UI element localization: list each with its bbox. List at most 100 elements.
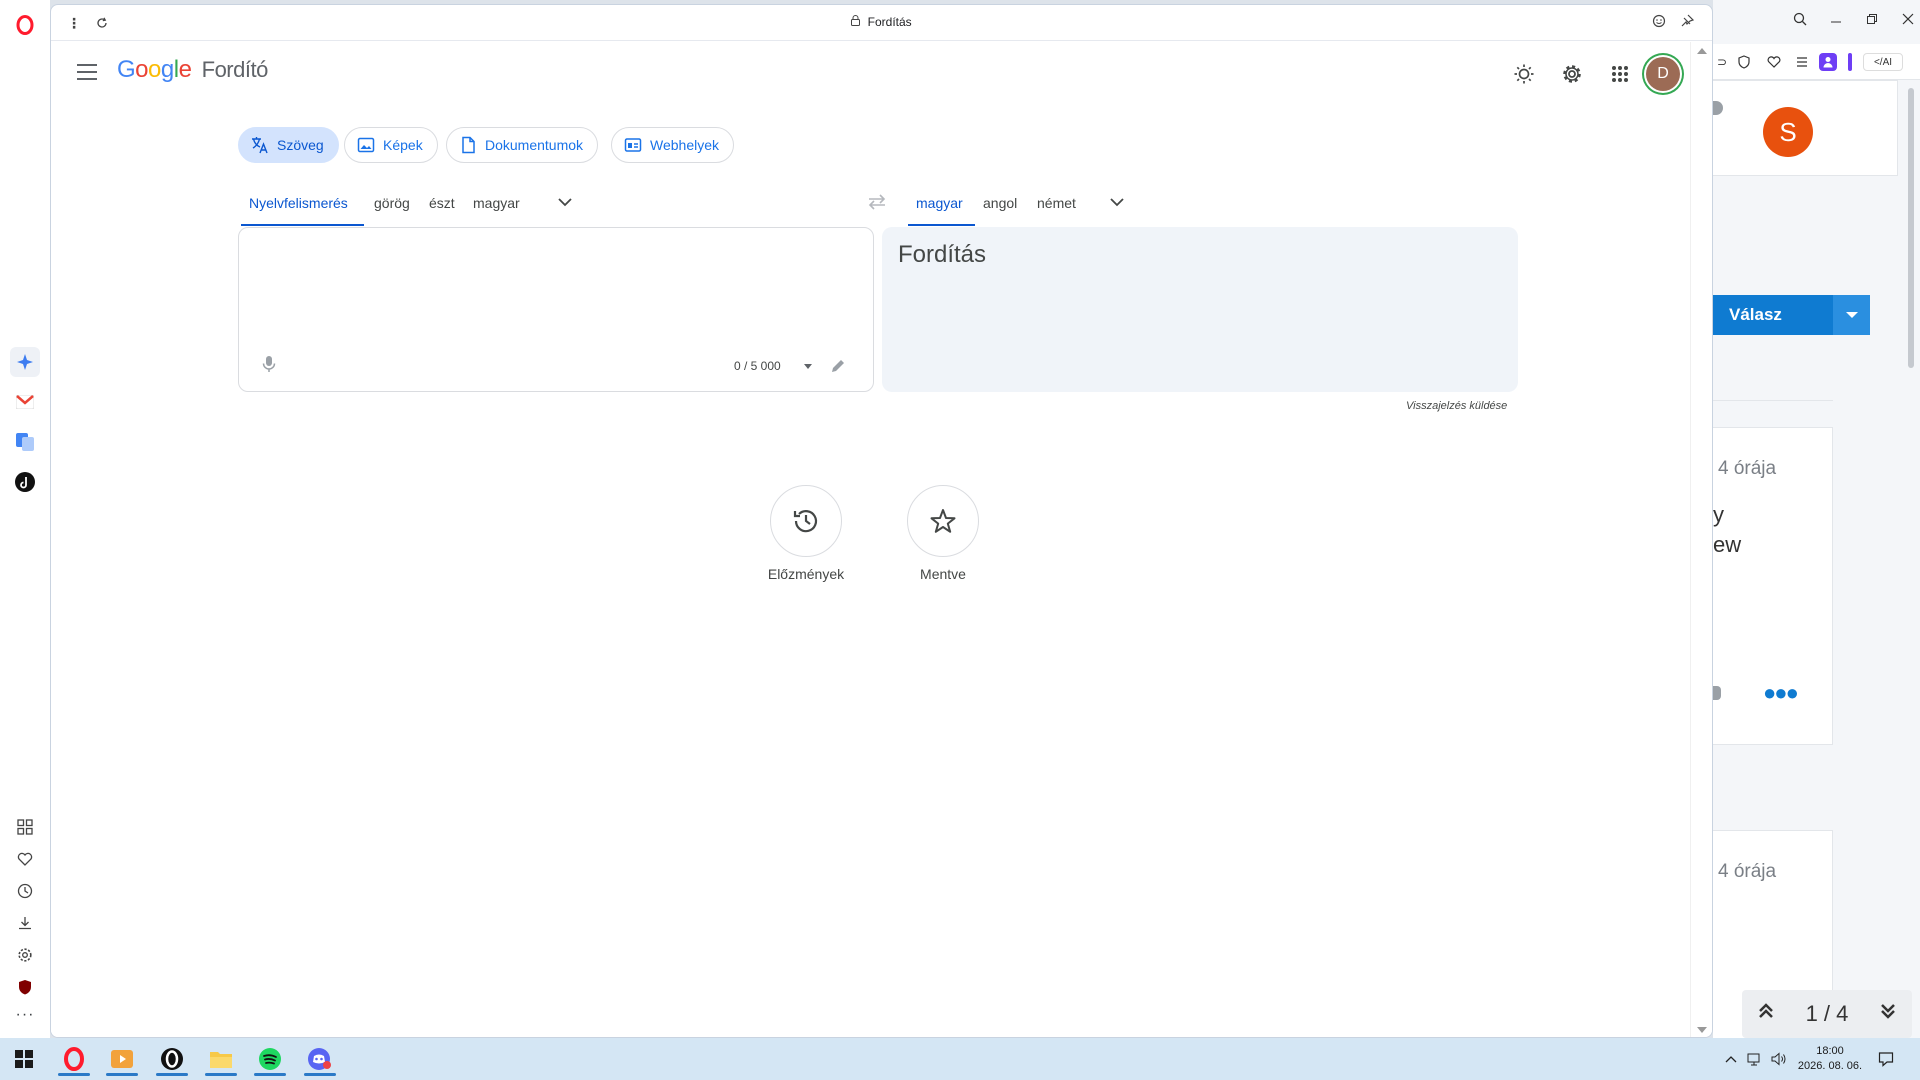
user-avatar[interactable]: S bbox=[1763, 107, 1813, 157]
tab-images[interactable]: Képek bbox=[344, 127, 438, 163]
image-icon bbox=[357, 137, 375, 153]
gt-header: Google Fordító D bbox=[51, 42, 1691, 106]
translation-output: Fordítás bbox=[882, 227, 1518, 392]
character-count: 0 / 5 000 bbox=[734, 359, 781, 373]
source-lang-detect[interactable]: Nyelvfelismerés bbox=[249, 195, 348, 211]
star-icon bbox=[930, 509, 956, 533]
opera-gx-icon[interactable] bbox=[152, 1042, 192, 1076]
settings-gear-icon[interactable] bbox=[1560, 62, 1584, 86]
target-lang-more-chevron-down-icon[interactable] bbox=[1105, 190, 1129, 214]
opera-sidebar: ··· bbox=[0, 0, 50, 1038]
message-time: 4 órája bbox=[1718, 458, 1777, 479]
tab-documents[interactable]: Dokumentumok bbox=[446, 127, 599, 163]
right-side-panel: ⊃ </AI S Válasz 4 órája y ew ●●● 4 órája bbox=[1713, 0, 1920, 1050]
close-icon[interactable] bbox=[1899, 10, 1917, 28]
more-options-icon[interactable]: ●●● bbox=[1763, 680, 1799, 706]
search-icon[interactable] bbox=[1791, 10, 1809, 28]
notifications-icon[interactable] bbox=[1877, 1050, 1895, 1068]
message-snippet: y bbox=[1713, 502, 1724, 527]
handwriting-pencil-icon[interactable] bbox=[829, 357, 847, 375]
main-menu-icon[interactable] bbox=[77, 64, 97, 80]
count-dropdown-icon[interactable] bbox=[804, 364, 812, 369]
reply-button[interactable]: Válasz bbox=[1713, 295, 1833, 335]
ublock-shield-icon[interactable] bbox=[14, 976, 36, 998]
workspaces-icon[interactable] bbox=[14, 816, 36, 838]
saved-button[interactable] bbox=[907, 485, 979, 557]
source-lang-option[interactable]: görög bbox=[374, 195, 410, 211]
tab-text[interactable]: Szöveg bbox=[238, 127, 339, 163]
logo-letter: o bbox=[148, 56, 161, 83]
document-icon bbox=[462, 136, 475, 154]
google-translate-sidebar-icon[interactable] bbox=[10, 427, 40, 457]
profile-extension-icon[interactable] bbox=[1819, 53, 1837, 71]
snapshot-icon[interactable] bbox=[1652, 14, 1670, 32]
translate-icon bbox=[252, 137, 268, 154]
partial-icon bbox=[1713, 101, 1723, 115]
settings-gear-icon[interactable] bbox=[14, 944, 36, 966]
extension-icon[interactable]: ⊃ bbox=[1713, 53, 1731, 71]
target-lang-option[interactable]: német bbox=[1037, 195, 1076, 211]
swap-languages-icon[interactable] bbox=[865, 190, 889, 214]
bookmarks-heart-icon[interactable] bbox=[14, 848, 36, 870]
target-lang-selected[interactable]: magyar bbox=[916, 195, 963, 211]
pager-down-icon[interactable] bbox=[1879, 1001, 1897, 1027]
media-player-icon[interactable] bbox=[102, 1042, 142, 1076]
heart-icon[interactable] bbox=[1765, 53, 1783, 71]
pin-icon[interactable] bbox=[1680, 14, 1698, 32]
target-lang-option[interactable]: angol bbox=[983, 195, 1017, 211]
theme-sun-icon[interactable] bbox=[1512, 62, 1536, 86]
discord-icon[interactable] bbox=[300, 1042, 340, 1076]
send-feedback-link[interactable]: Visszajelzés küldése bbox=[1406, 400, 1507, 412]
file-explorer-icon[interactable] bbox=[201, 1042, 241, 1076]
windows-start-icon[interactable] bbox=[4, 1042, 44, 1076]
tray-chevron-up-icon[interactable] bbox=[1722, 1050, 1740, 1068]
more-options-icon[interactable]: ··· bbox=[14, 1004, 36, 1026]
shield-icon[interactable] bbox=[1735, 53, 1753, 71]
opera-logo-icon[interactable] bbox=[10, 10, 40, 40]
pager-up-icon[interactable] bbox=[1757, 1001, 1775, 1027]
gmail-icon[interactable] bbox=[10, 387, 40, 417]
tab-websites[interactable]: Webhelyek bbox=[611, 127, 735, 163]
partial-icon bbox=[1713, 686, 1721, 700]
address-bar: ⋮ Fordítás bbox=[51, 5, 1712, 41]
pager-text: 1 / 4 bbox=[1805, 1001, 1849, 1026]
tiktok-icon[interactable] bbox=[10, 467, 40, 497]
aria-ai-icon[interactable] bbox=[10, 347, 40, 377]
volume-icon[interactable] bbox=[1770, 1050, 1788, 1068]
downloads-icon[interactable] bbox=[14, 912, 36, 934]
restore-icon[interactable] bbox=[1863, 10, 1881, 28]
source-lang-option[interactable]: észt bbox=[429, 195, 455, 211]
source-text-input[interactable]: 0 / 5 000 bbox=[238, 227, 874, 392]
product-name: Fordító bbox=[201, 57, 269, 82]
logo-letter: g bbox=[160, 56, 174, 83]
google-translate-logo[interactable]: Google Fordító bbox=[117, 56, 268, 84]
microphone-icon[interactable] bbox=[259, 354, 279, 374]
page-title-bar[interactable]: Fordítás bbox=[51, 15, 1712, 29]
message-time: 4 órája bbox=[1718, 861, 1777, 882]
tab-websites-label: Webhelyek bbox=[650, 137, 720, 153]
minimize-icon[interactable] bbox=[1827, 10, 1845, 28]
window-controls bbox=[1713, 0, 1920, 44]
list-icon[interactable] bbox=[1793, 53, 1811, 71]
clock-time: 18:00 bbox=[1816, 1045, 1844, 1057]
logo-letter: G bbox=[117, 56, 136, 83]
source-lang-more-chevron-down-icon[interactable] bbox=[553, 190, 577, 214]
network-icon[interactable] bbox=[1746, 1050, 1764, 1068]
ai-icon[interactable]: </AI bbox=[1863, 53, 1903, 71]
history-clock-icon[interactable] bbox=[14, 880, 36, 902]
clock[interactable]: 18:00 2026. 08. 06. bbox=[1790, 1044, 1870, 1074]
tab-text-label: Szöveg bbox=[277, 137, 324, 153]
extensions-bar: ⊃ </AI bbox=[1713, 44, 1920, 80]
account-avatar[interactable]: D bbox=[1646, 57, 1680, 91]
page-scrollbar[interactable] bbox=[1690, 42, 1712, 1037]
opera-taskbar-icon[interactable] bbox=[54, 1042, 94, 1076]
logo-letter: e bbox=[178, 56, 192, 83]
apps-grid-icon[interactable] bbox=[1608, 62, 1632, 86]
panel-scrollbar[interactable] bbox=[1908, 88, 1914, 368]
spotify-icon[interactable] bbox=[250, 1042, 290, 1076]
history-button[interactable] bbox=[770, 485, 842, 557]
reply-dropdown-chevron-down-icon[interactable] bbox=[1833, 295, 1870, 335]
message-card[interactable]: 4 órája y ew ●●● bbox=[1713, 427, 1833, 745]
source-lang-option[interactable]: magyar bbox=[473, 195, 520, 211]
website-icon bbox=[624, 138, 642, 152]
